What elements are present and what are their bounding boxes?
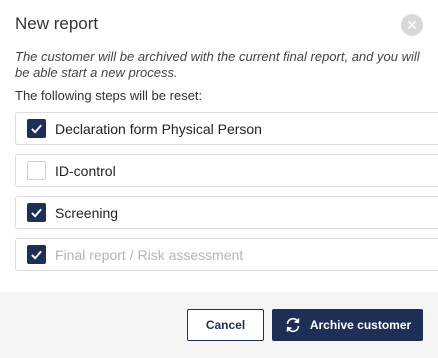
- step-id-control[interactable]: ID-control: [15, 154, 438, 187]
- archive-customer-button[interactable]: Archive customer: [272, 309, 423, 341]
- new-report-dialog: New report ✕ The customer will be archiv…: [0, 0, 438, 358]
- step-screening[interactable]: Screening: [15, 196, 438, 229]
- checkbox-checked[interactable]: [27, 203, 46, 222]
- step-declaration-form[interactable]: Declaration form Physical Person: [15, 112, 438, 145]
- checkbox-unchecked[interactable]: [27, 161, 46, 180]
- step-final-report: Final report / Risk assessment: [15, 238, 438, 271]
- step-label: ID-control: [55, 162, 116, 179]
- sync-icon: [284, 316, 302, 334]
- close-icon[interactable]: ✕: [401, 14, 423, 36]
- cancel-button[interactable]: Cancel: [187, 309, 264, 341]
- checkbox-checked-disabled: [27, 245, 46, 264]
- steps-subtitle: The following steps will be reset:: [15, 88, 203, 103]
- step-label: Final report / Risk assessment: [55, 246, 244, 263]
- archive-customer-label: Archive customer: [309, 318, 412, 332]
- dialog-title: New report: [15, 14, 99, 33]
- step-label: Screening: [55, 204, 119, 221]
- step-label: Declaration form Physical Person: [55, 120, 262, 137]
- dialog-description: The customer will be archived with the c…: [15, 49, 420, 80]
- checkbox-checked[interactable]: [27, 119, 46, 138]
